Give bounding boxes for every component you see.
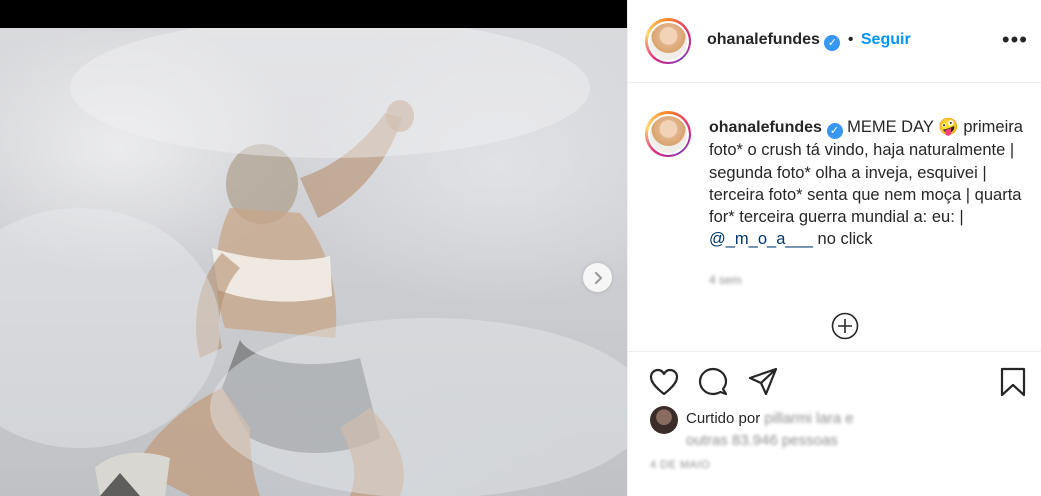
- photo-illustration: [0, 28, 627, 496]
- caption-username[interactable]: ohanalefundes: [709, 119, 822, 136]
- caption-title: MEME DAY 🤪: [847, 118, 959, 136]
- liked-by-label: Curtido por: [686, 410, 761, 427]
- verified-badge-icon: ✓: [824, 34, 841, 51]
- caption-verified-icon: ✓: [826, 123, 843, 140]
- caption-timestamp[interactable]: 4 sem: [709, 269, 1027, 291]
- save-button[interactable]: [1000, 367, 1026, 402]
- caption-tail: no click: [817, 230, 873, 249]
- post-media: [0, 0, 627, 496]
- comment-button[interactable]: [698, 367, 728, 402]
- follow-button[interactable]: Seguir: [861, 31, 911, 48]
- comment-icon: [698, 367, 728, 396]
- share-button[interactable]: [748, 367, 778, 402]
- likes-count-link[interactable]: outras 83.946 pessoas: [686, 432, 838, 449]
- likes-summary: Curtido por pillarmi lara e outras 83.94…: [650, 404, 1030, 454]
- send-icon: [748, 367, 778, 396]
- more-options-icon[interactable]: •••: [1002, 29, 1028, 51]
- like-button[interactable]: [649, 368, 679, 401]
- chevron-right-icon: [594, 271, 602, 284]
- caption-mention-link[interactable]: @_m_o_a___: [709, 230, 813, 248]
- post-header: ohanalefundes ✓ • Seguir •••: [628, 0, 1041, 83]
- caption-avatar[interactable]: [645, 111, 691, 157]
- bookmark-icon: [1000, 367, 1026, 397]
- author-avatar-image: [649, 22, 687, 60]
- post-sidebar: ohanalefundes ✓ • Seguir ••• ohanalefund…: [627, 0, 1041, 496]
- next-photo-button[interactable]: [583, 263, 612, 292]
- post-date[interactable]: 4 DE MAIO: [650, 459, 710, 471]
- post-caption: ohanalefundes ✓ MEME DAY 🤪 primeira foto…: [709, 116, 1027, 291]
- header-author-row: ohanalefundes ✓ • Seguir: [707, 31, 911, 51]
- caption-avatar-image: [649, 115, 687, 153]
- author-avatar[interactable]: [645, 18, 691, 64]
- follow-separator: •: [847, 31, 854, 48]
- author-username[interactable]: ohanalefundes: [707, 31, 820, 48]
- liked-by-user[interactable]: pillarmi lara e: [764, 410, 853, 427]
- likes-text: Curtido por pillarmi lara e outras 83.94…: [686, 408, 946, 452]
- heart-icon: [649, 368, 679, 396]
- plus-circle-icon: [831, 312, 859, 340]
- liker-avatar[interactable]: [650, 406, 678, 434]
- add-comment-button[interactable]: [831, 312, 859, 340]
- post-photo[interactable]: [0, 28, 627, 496]
